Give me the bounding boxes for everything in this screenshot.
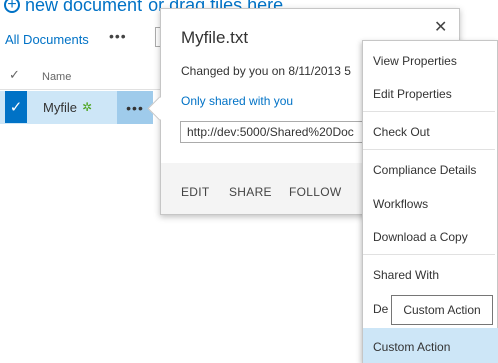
changed-by-text: Changed by you on 8/11/2013 5: [181, 64, 351, 78]
menu-divider: [363, 111, 495, 112]
menu-item-view-properties[interactable]: View Properties: [373, 54, 457, 68]
menu-item-delete[interactable]: De: [373, 302, 388, 316]
menu-item-edit-properties[interactable]: Edit Properties: [373, 87, 452, 101]
column-header-name[interactable]: Name: [42, 71, 71, 83]
view-selector-all-documents[interactable]: All Documents: [5, 32, 89, 47]
file-name-link[interactable]: Myfile: [43, 100, 77, 115]
follow-action[interactable]: FOLLOW: [289, 185, 341, 199]
menu-item-custom-action[interactable]: Custom Action: [373, 340, 450, 354]
new-document-label: new document: [25, 0, 143, 15]
row-checkbox[interactable]: ✓: [5, 91, 27, 123]
menu-divider: [363, 149, 495, 150]
custom-action-tooltip: Custom Action: [391, 295, 493, 325]
menu-item-download-a-copy[interactable]: Download a Copy: [373, 230, 468, 244]
document-url-field[interactable]: http://dev:5000/Shared%20Doc: [180, 121, 380, 143]
share-action[interactable]: SHARE: [229, 185, 272, 199]
edit-action[interactable]: EDIT: [181, 185, 210, 199]
select-all-checkbox[interactable]: ✓: [9, 67, 20, 83]
sharing-status-link[interactable]: Only shared with you: [181, 94, 293, 108]
new-item-icon: ✲: [82, 100, 93, 114]
view-more-button[interactable]: •••: [109, 28, 127, 44]
menu-item-shared-with[interactable]: Shared With: [373, 268, 439, 282]
menu-item-check-out[interactable]: Check Out: [373, 125, 430, 139]
header-divider: [0, 89, 160, 90]
menu-divider: [363, 254, 495, 255]
menu-item-workflows[interactable]: Workflows: [373, 197, 428, 211]
callout-title: Myfile.txt: [181, 28, 249, 47]
menu-item-compliance-details[interactable]: Compliance Details: [373, 163, 476, 177]
add-circle-icon: +: [4, 0, 20, 13]
close-icon[interactable]: ✕: [434, 17, 447, 37]
